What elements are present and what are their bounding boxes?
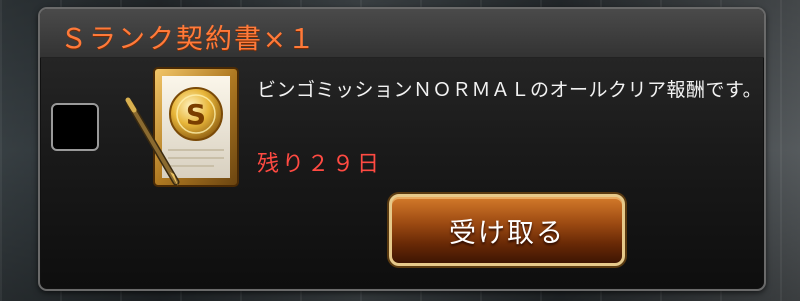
remaining-days: 残り２９日 xyxy=(257,152,383,177)
reward-dialog: Ｓランク契約書×１ S ビンゴミッションＮＯＲＭＡＬのオールクリア報酬です。 残… xyxy=(38,7,766,291)
receive-button-label: 受け取る xyxy=(449,217,565,249)
select-checkbox[interactable] xyxy=(51,103,99,151)
s-rank-contract-icon: S xyxy=(125,67,239,187)
receive-button[interactable]: 受け取る xyxy=(389,194,625,266)
reward-description: ビンゴミッションＮＯＲＭＡＬのオールクリア報酬です。 xyxy=(257,79,763,101)
svg-text:S: S xyxy=(186,98,206,131)
reward-title: Ｓランク契約書×１ xyxy=(60,24,317,55)
title-bar: Ｓランク契約書×１ xyxy=(40,9,764,58)
